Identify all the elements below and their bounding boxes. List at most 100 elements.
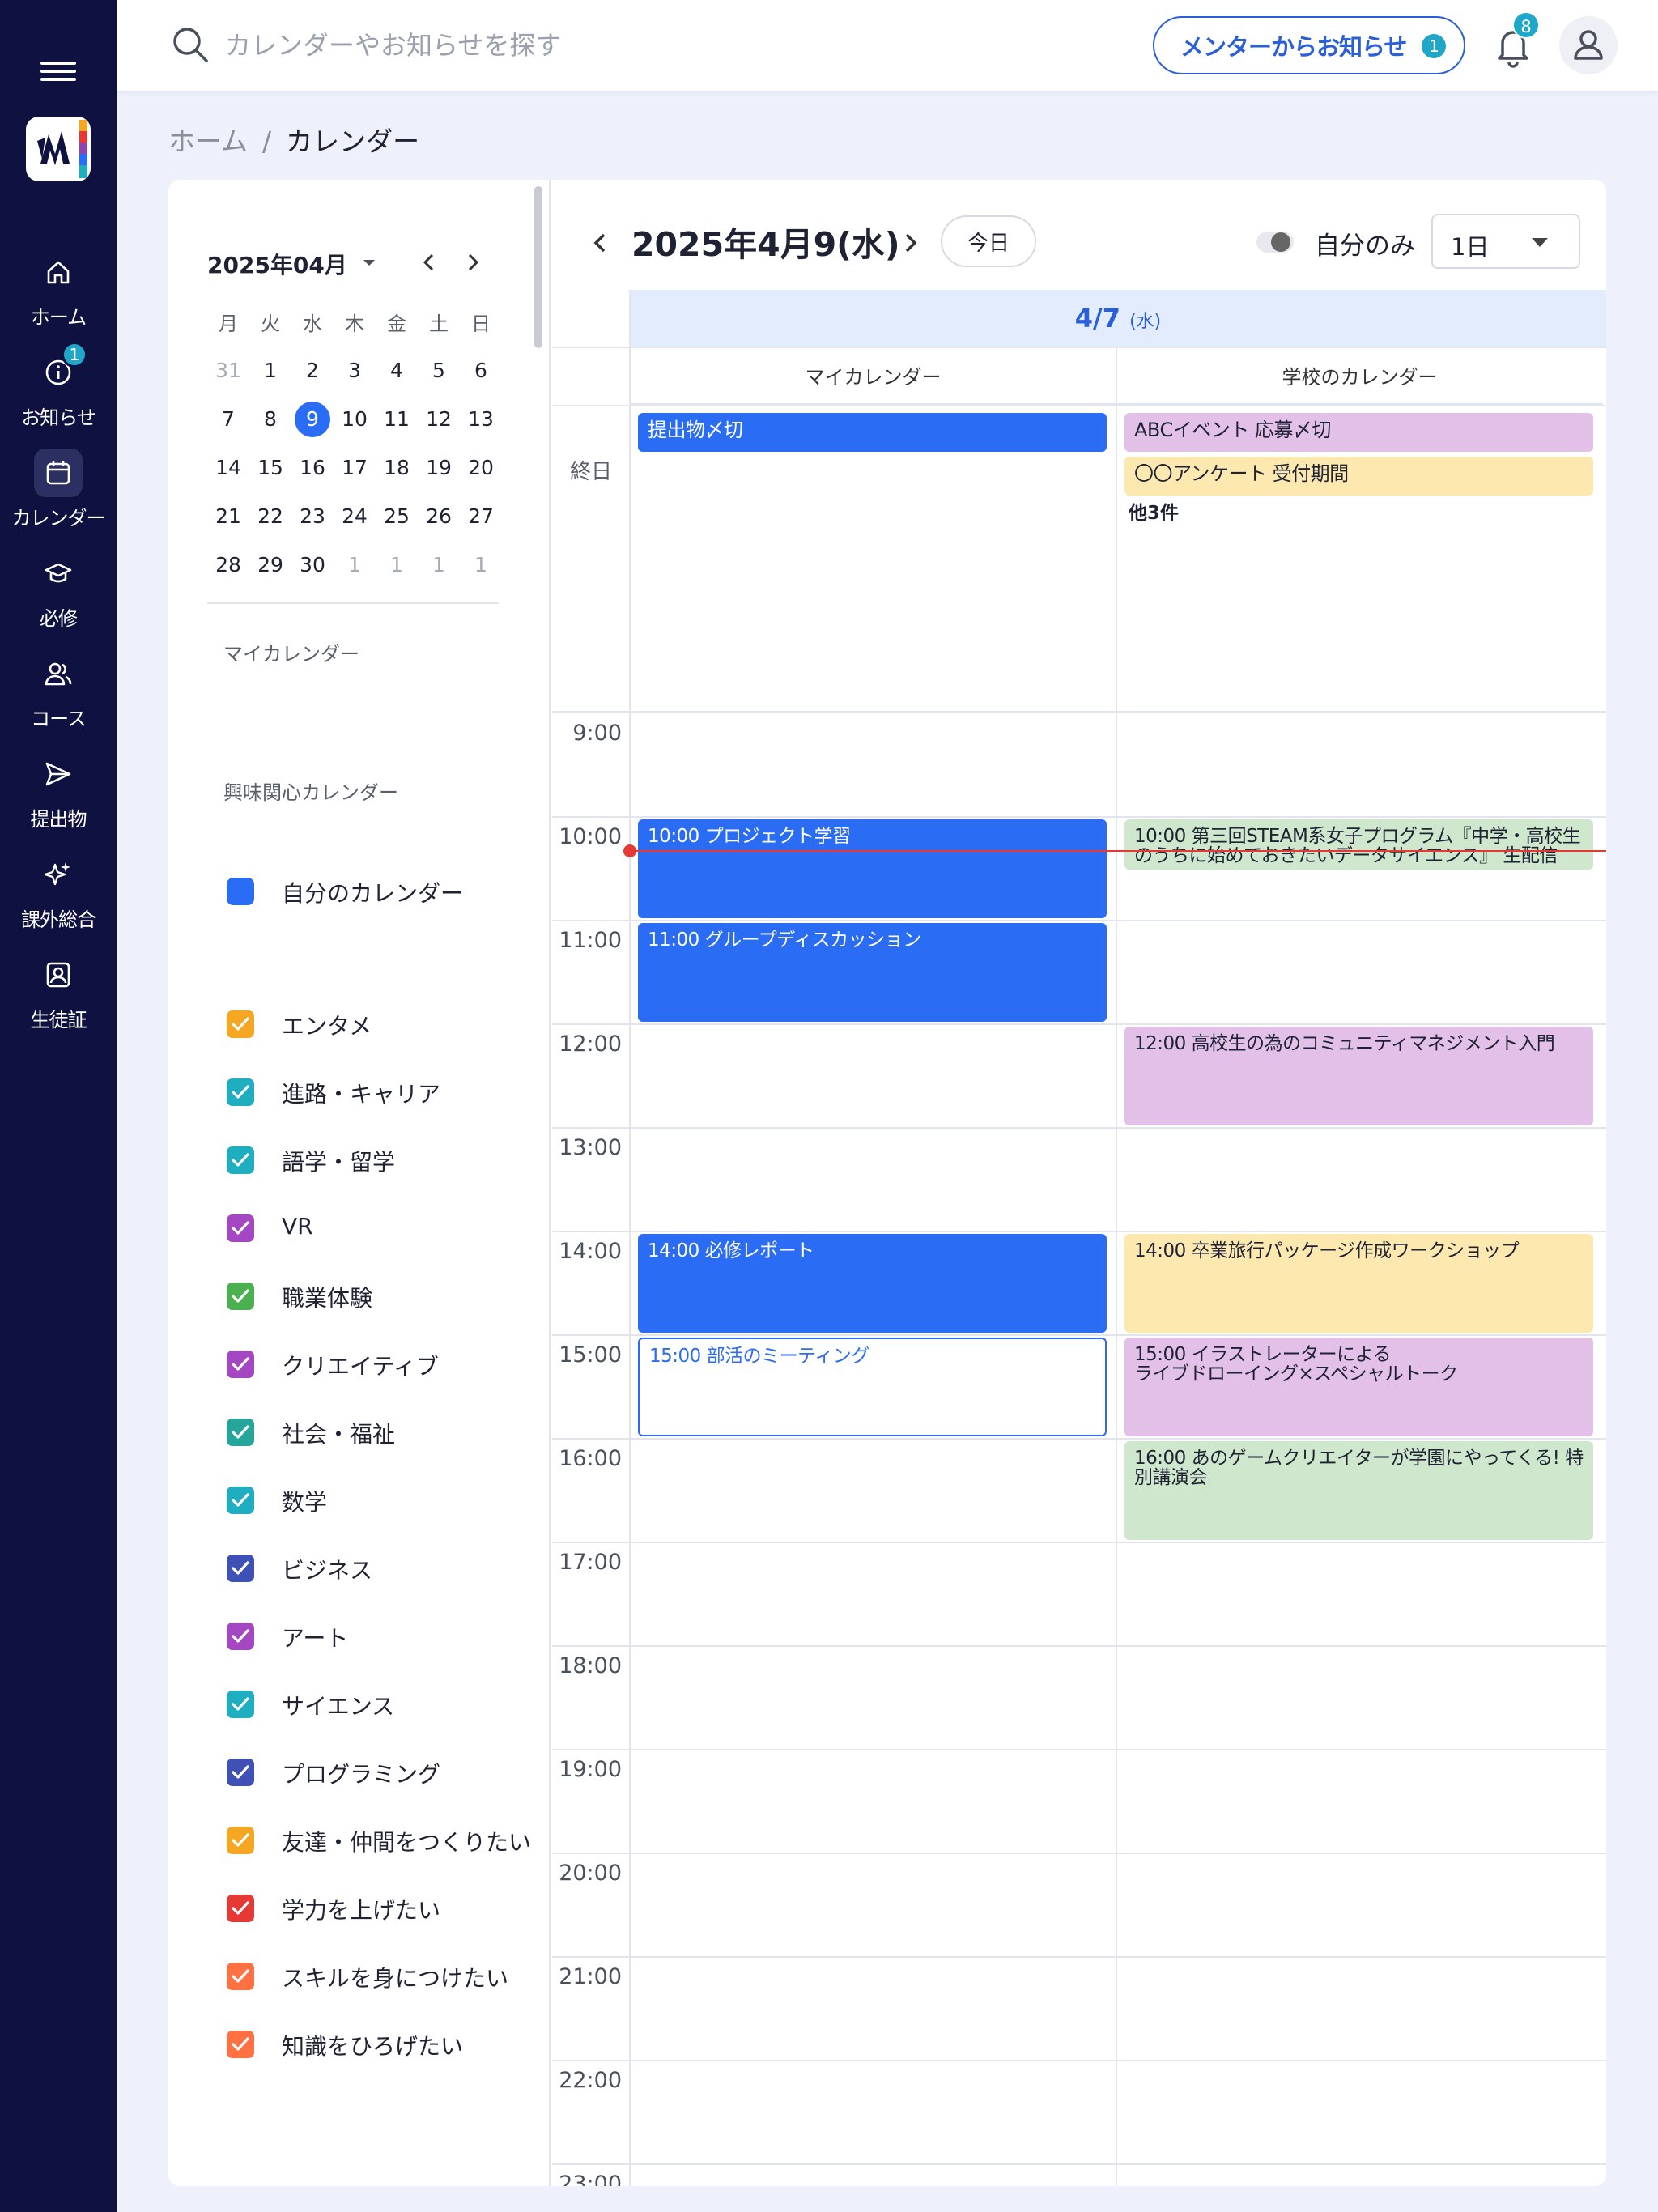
calendar-event[interactable]: 11:00 グループディスカッション bbox=[638, 923, 1107, 1022]
current-date-title: 2025年4月9(水) bbox=[631, 225, 900, 264]
mini-calendar-day[interactable]: 7 bbox=[207, 398, 249, 440]
check-icon bbox=[232, 1629, 249, 1643]
chevron-right-icon[interactable] bbox=[457, 246, 489, 279]
mini-calendar-day[interactable]: 21 bbox=[207, 496, 249, 538]
sidebar-item-4[interactable]: 必修 bbox=[0, 549, 117, 638]
mini-calendar-day[interactable]: 9 bbox=[291, 398, 334, 440]
mini-calendar-day[interactable]: 24 bbox=[334, 496, 376, 538]
checkbox[interactable] bbox=[227, 1146, 254, 1174]
breadcrumb-home[interactable]: ホーム bbox=[168, 125, 248, 157]
mini-calendar-day[interactable]: 14 bbox=[207, 447, 249, 489]
sidebar-scrollbar[interactable] bbox=[534, 186, 542, 348]
checkbox[interactable] bbox=[227, 1963, 254, 1990]
interest-calendars-heading: 興味関心カレンダー bbox=[223, 781, 398, 804]
mini-calendar-day[interactable]: 29 bbox=[249, 544, 291, 586]
checkbox[interactable] bbox=[227, 1895, 254, 1922]
mini-calendar-day[interactable]: 1 bbox=[249, 350, 291, 392]
chevron-left-icon[interactable] bbox=[413, 246, 445, 279]
mini-calendar-day[interactable]: 18 bbox=[376, 447, 418, 489]
checkbox[interactable] bbox=[227, 1078, 254, 1106]
mini-calendar-day[interactable]: 30 bbox=[291, 544, 334, 586]
mini-calendar-day[interactable]: 1 bbox=[334, 544, 376, 586]
mini-calendar-day[interactable]: 8 bbox=[249, 398, 291, 440]
mini-calendar-day[interactable]: 25 bbox=[376, 496, 418, 538]
mini-calendar-day[interactable]: 27 bbox=[460, 496, 502, 538]
checkbox[interactable] bbox=[227, 1010, 254, 1038]
mini-calendar-day[interactable]: 1 bbox=[418, 544, 460, 586]
calendar-event[interactable]: 14:00 卒業旅行パッケージ作成ワークショップ bbox=[1124, 1234, 1593, 1333]
checkbox[interactable] bbox=[227, 1555, 254, 1582]
month-dropdown-icon[interactable] bbox=[353, 246, 385, 279]
search-input[interactable] bbox=[225, 23, 873, 68]
calendar-event[interactable]: 16:00 あのゲームクリエイターが学園にやってくる! 特別講演会 bbox=[1124, 1441, 1593, 1540]
view-mode-select[interactable]: 1日 bbox=[1431, 214, 1580, 269]
checkbox[interactable] bbox=[227, 1487, 254, 1514]
time-label: 12:00 bbox=[559, 1032, 622, 1057]
self-only-toggle[interactable] bbox=[1256, 232, 1294, 253]
sidebar-item-8[interactable]: 生徒証 bbox=[0, 951, 117, 1040]
mini-calendar-day[interactable]: 13 bbox=[460, 398, 502, 440]
mini-calendar-day[interactable]: 31 bbox=[207, 350, 249, 392]
mentor-notice-count: 1 bbox=[1422, 34, 1446, 58]
grid-line bbox=[552, 1956, 1606, 1958]
mini-calendar-day[interactable]: 2 bbox=[291, 350, 334, 392]
mini-calendar-day[interactable]: 16 bbox=[291, 447, 334, 489]
mini-calendar-day[interactable]: 1 bbox=[460, 544, 502, 586]
checkbox[interactable] bbox=[227, 1827, 254, 1854]
mini-calendar-day[interactable]: 23 bbox=[291, 496, 334, 538]
mini-calendar-day[interactable]: 15 bbox=[249, 447, 291, 489]
all-day-event[interactable]: 〇〇アンケート 受付期間 bbox=[1124, 457, 1593, 496]
prev-day-icon[interactable] bbox=[586, 225, 615, 261]
grid-line bbox=[552, 1023, 1606, 1025]
checkbox[interactable] bbox=[227, 1283, 254, 1310]
avatar[interactable] bbox=[1559, 16, 1618, 74]
today-button[interactable]: 今日 bbox=[941, 215, 1036, 267]
mini-calendar-day[interactable]: 3 bbox=[334, 350, 376, 392]
checkbox[interactable] bbox=[227, 1351, 254, 1378]
hamburger-menu-icon[interactable] bbox=[40, 57, 76, 84]
calendar-event[interactable]: 12:00 高校生の為のコミュニティマネジメント入門 bbox=[1124, 1027, 1593, 1125]
mini-calendar-day[interactable]: 1 bbox=[376, 544, 418, 586]
grid-line bbox=[552, 347, 1606, 348]
sidebar-item-3[interactable]: カレンダー bbox=[0, 449, 117, 538]
sidebar-item-5[interactable]: コース bbox=[0, 649, 117, 738]
app-logo[interactable] bbox=[26, 117, 91, 181]
graduation-cap-icon bbox=[34, 549, 83, 598]
next-day-icon[interactable] bbox=[895, 225, 925, 261]
mini-calendar-day[interactable]: 4 bbox=[376, 350, 418, 392]
checkbox[interactable] bbox=[227, 1419, 254, 1446]
calendar-event[interactable]: 15:00 部活のミーティング bbox=[638, 1338, 1107, 1436]
calendar-event[interactable]: 10:00 プロジェクト学習 bbox=[638, 819, 1107, 918]
mini-calendar-day[interactable]: 22 bbox=[249, 496, 291, 538]
sidebar-item-1[interactable]: ホーム bbox=[0, 248, 117, 337]
more-events-link[interactable]: 他3件 bbox=[1129, 497, 1179, 525]
sidebar-item-2[interactable]: 1 お知らせ bbox=[0, 342, 117, 437]
calendar-event[interactable]: 14:00 必修レポート bbox=[638, 1234, 1107, 1333]
grid-line bbox=[552, 1749, 1606, 1750]
calendar-event[interactable]: 15:00 イラストレーターによる ライブドローイング×スペシャルトーク bbox=[1124, 1338, 1593, 1436]
checkbox[interactable] bbox=[227, 1214, 254, 1242]
all-day-event[interactable]: ABCイベント 応募〆切 bbox=[1124, 413, 1593, 452]
mini-calendar-day[interactable]: 26 bbox=[418, 496, 460, 538]
mini-calendar-day[interactable]: 5 bbox=[418, 350, 460, 392]
mentor-notice-button[interactable]: メンターからお知らせ 1 bbox=[1153, 16, 1465, 74]
day-view: 2025年4月9(水) 今日 自分のみ 1日 4/7 (水) 終日 他3件 マイ… bbox=[552, 180, 1606, 2186]
mini-calendar-day[interactable]: 20 bbox=[460, 447, 502, 489]
checkbox[interactable] bbox=[227, 1759, 254, 1786]
mini-calendar-day[interactable]: 19 bbox=[418, 447, 460, 489]
mini-calendar-day[interactable]: 17 bbox=[334, 447, 376, 489]
mini-calendar-day[interactable]: 6 bbox=[460, 350, 502, 392]
all-day-event[interactable]: 提出物〆切 bbox=[638, 413, 1107, 452]
mini-calendar-day[interactable]: 12 bbox=[418, 398, 460, 440]
mini-calendar-day[interactable]: 10 bbox=[334, 398, 376, 440]
mini-calendar-day[interactable]: 11 bbox=[376, 398, 418, 440]
checkbox[interactable] bbox=[227, 1691, 254, 1718]
calendar-event[interactable]: 10:00 第三回STEAM系女子プログラム『中学・高校生のうちに始めておきたい… bbox=[1124, 819, 1593, 870]
check-icon bbox=[232, 1561, 249, 1575]
sidebar-item-7[interactable]: 課外総合 bbox=[0, 850, 117, 939]
caret-down-icon bbox=[1532, 238, 1548, 247]
checkbox[interactable] bbox=[227, 2031, 254, 2058]
checkbox[interactable] bbox=[227, 1623, 254, 1650]
mini-calendar-day[interactable]: 28 bbox=[207, 544, 249, 586]
sidebar-item-6[interactable]: 提出物 bbox=[0, 750, 117, 839]
